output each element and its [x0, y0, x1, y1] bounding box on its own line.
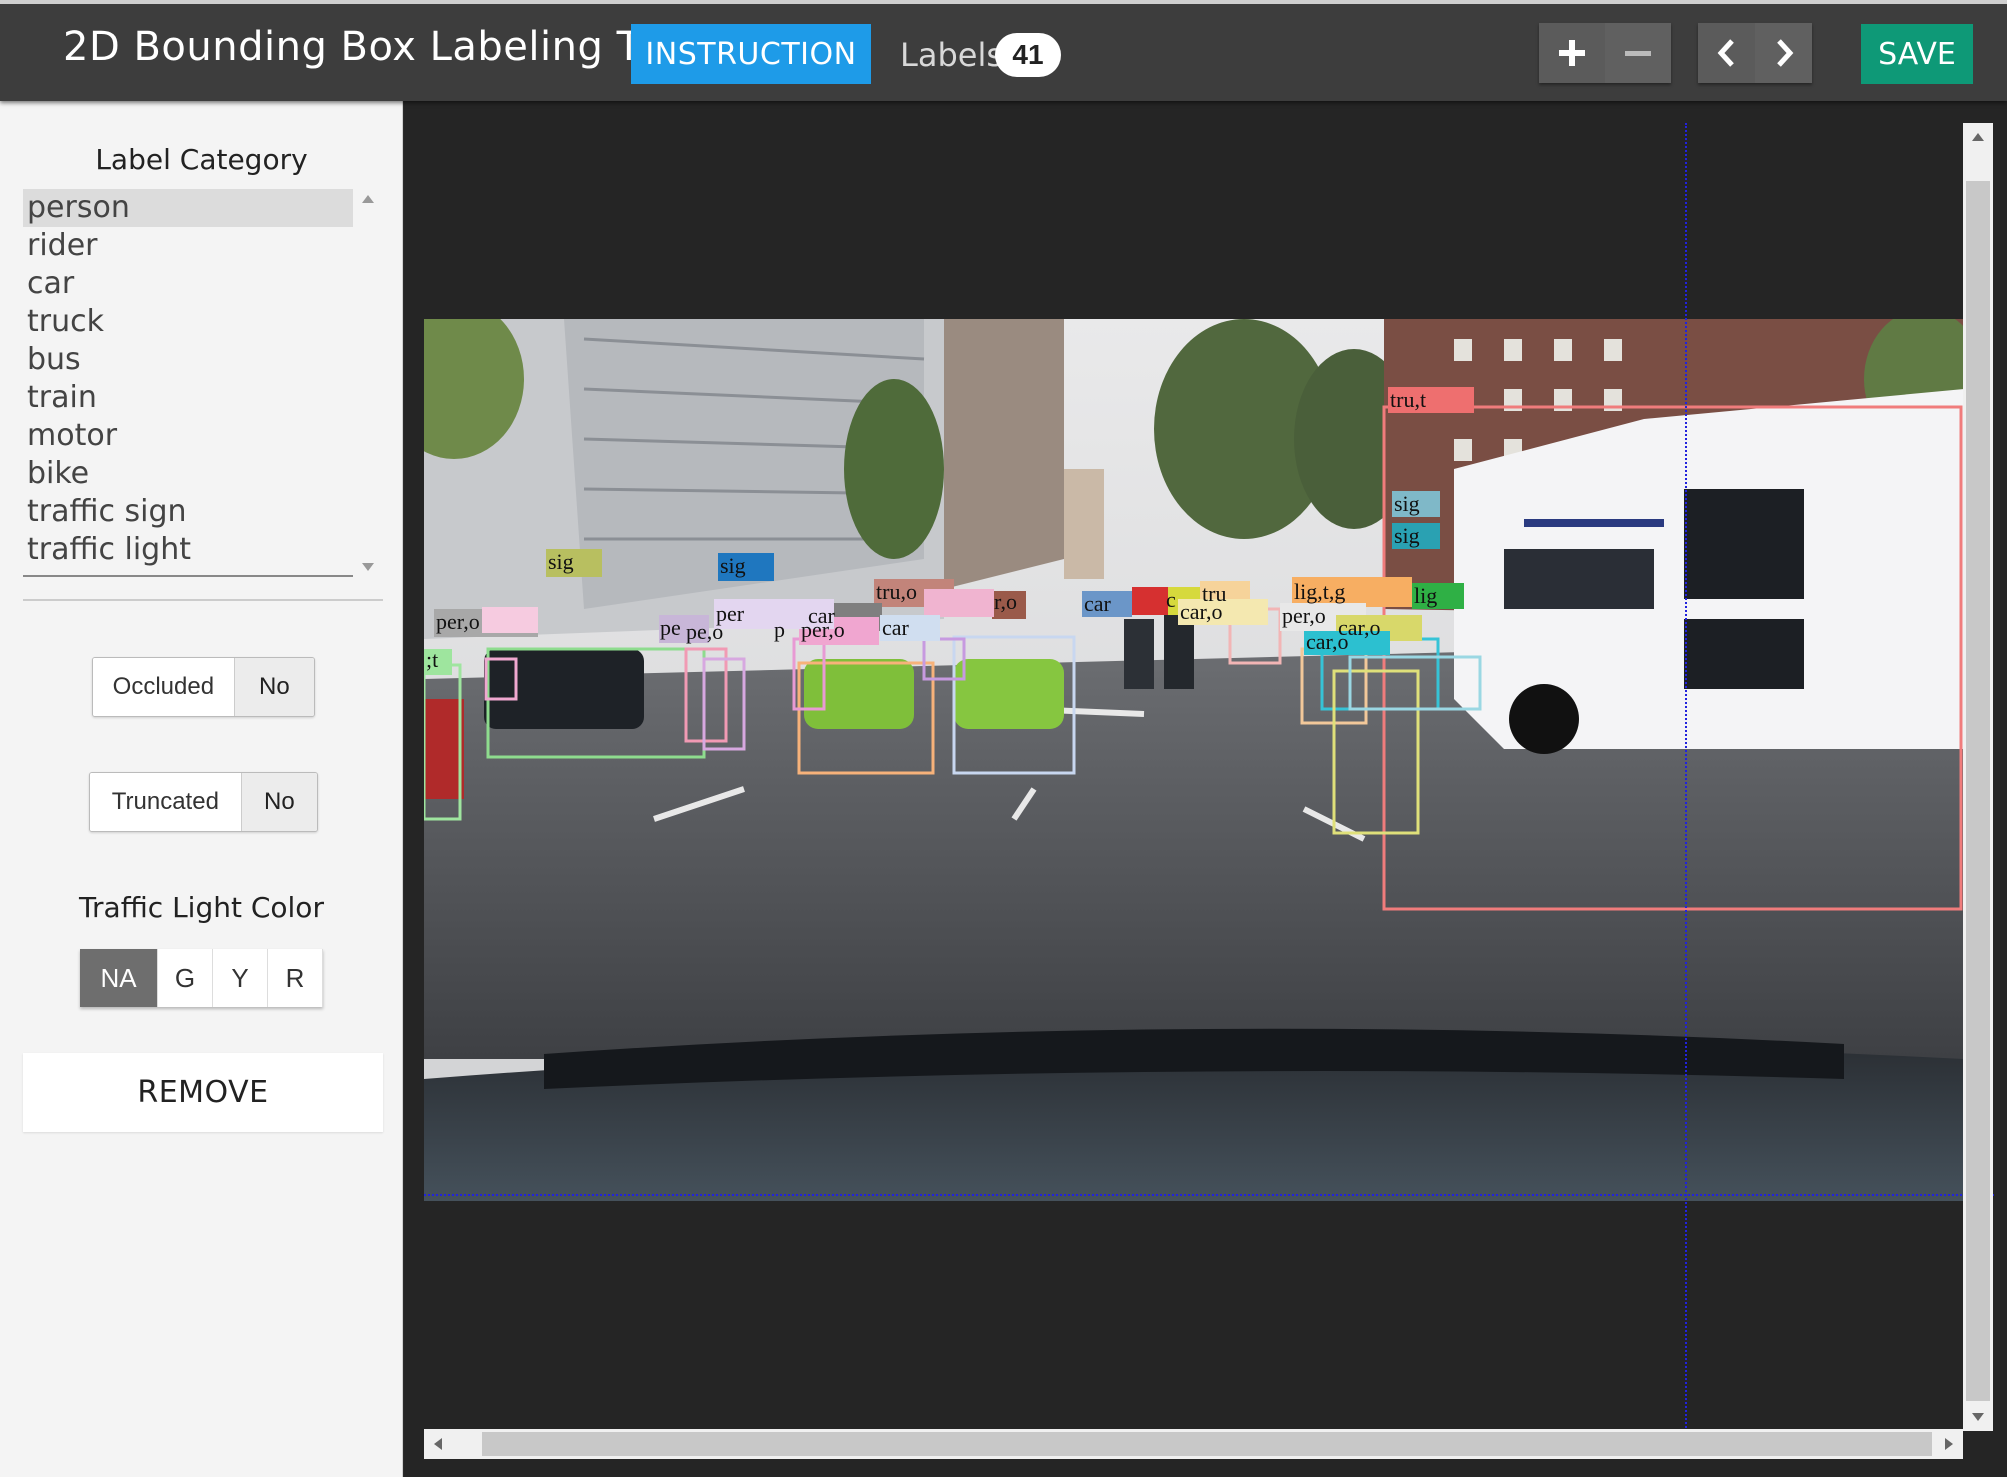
navigation-group [1698, 23, 1812, 83]
app-title: 2D Bounding Box Labeling Tool [63, 24, 697, 70]
scroll-up-icon[interactable] [362, 195, 374, 203]
label-car-o-3: car,o [1306, 629, 1348, 654]
label-sig-3: sig [720, 553, 746, 578]
truncated-value[interactable]: No [240, 773, 317, 831]
truncated-toggle[interactable]: Truncated No [89, 772, 318, 832]
occluded-label: Occluded [93, 658, 234, 716]
category-item-person[interactable]: person [23, 189, 353, 227]
label-t: ;t [426, 647, 438, 672]
top-bar: 2D Bounding Box Labeling Tool INSTRUCTIO… [0, 0, 2007, 101]
remove-button[interactable]: REMOVE [23, 1053, 383, 1132]
scroll-down-arrow-icon[interactable] [1972, 1413, 1984, 1421]
labels-label: Labels [900, 36, 1003, 74]
label-tru-o: tru,o [876, 579, 917, 604]
chevron-right-icon [1776, 39, 1793, 67]
color-option-g[interactable]: G [158, 949, 213, 1007]
label-sig-2: sig [1394, 523, 1420, 548]
label-car-3: car [808, 603, 836, 628]
zoom-in-button[interactable] [1539, 23, 1605, 83]
minus-icon [1625, 51, 1651, 56]
color-option-y[interactable]: Y [213, 949, 268, 1007]
color-option-na[interactable]: NA [80, 949, 158, 1007]
save-button[interactable]: SAVE [1861, 24, 1973, 84]
category-item-motor[interactable]: motor [23, 417, 353, 455]
previous-image-button[interactable] [1698, 23, 1755, 83]
category-item-traffic-light[interactable]: traffic light [23, 531, 353, 569]
label-car-o-1: car,o [1180, 599, 1222, 624]
label-r-o: r,o [994, 589, 1017, 614]
label-tru-t: tru,t [1390, 387, 1426, 412]
category-list-scrollbar[interactable] [358, 189, 378, 577]
vertical-scrollbar[interactable] [1963, 123, 1993, 1431]
label-pe-o: pe,o [686, 619, 723, 644]
traffic-light-color-selector: NA G Y R [80, 949, 323, 1007]
chevron-left-icon [1717, 39, 1734, 67]
color-option-r[interactable]: R [268, 949, 323, 1007]
sidebar: Label Category person rider car truck bu… [0, 101, 403, 1477]
label-car-2: car [882, 615, 910, 640]
category-item-rider[interactable]: rider [23, 227, 353, 265]
horizontal-scroll-thumb[interactable] [482, 1432, 1932, 1456]
instruction-button[interactable]: INSTRUCTION [631, 24, 871, 84]
plus-icon [1559, 40, 1585, 66]
category-item-car[interactable]: car [23, 265, 353, 303]
vertical-scroll-thumb[interactable] [1966, 181, 1990, 1401]
crosshair-horizontal-guide [424, 1194, 1994, 1196]
occluded-value[interactable]: No [233, 658, 314, 716]
category-item-train[interactable]: train [23, 379, 353, 417]
truncated-label: Truncated [90, 773, 241, 831]
category-item-bus[interactable]: bus [23, 341, 353, 379]
category-item-traffic-sign[interactable]: traffic sign [23, 493, 353, 531]
scroll-right-arrow-icon[interactable] [1945, 1438, 1953, 1450]
label-car-1: car [1084, 591, 1112, 616]
traffic-light-color-title: Traffic Light Color [79, 891, 324, 924]
labels-count-badge: 41 [995, 33, 1061, 77]
label-per-o-3: per,o [436, 609, 480, 634]
label-per-o-1: per,o [1282, 603, 1326, 628]
zoom-out-button[interactable] [1605, 23, 1671, 83]
label-p: p [774, 617, 785, 642]
category-item-truck[interactable]: truck [23, 303, 353, 341]
next-image-button[interactable] [1755, 23, 1812, 83]
label-lig-t-g: lig,t,g [1294, 579, 1345, 604]
label-lig: lig [1414, 583, 1437, 608]
scroll-down-icon[interactable] [362, 563, 374, 571]
street-scene-image[interactable]: tru,t sig sig lig lig,t,g tru c car,o pe… [424, 319, 1964, 1201]
category-item-bike[interactable]: bike [23, 455, 353, 493]
label-sig-1: sig [1394, 491, 1420, 516]
scroll-left-arrow-icon[interactable] [434, 1438, 442, 1450]
label-c: c [1166, 587, 1176, 612]
category-list[interactable]: person rider car truck bus train motor b… [23, 189, 353, 577]
label-pe: pe [660, 615, 681, 640]
crosshair-vertical-guide [1685, 123, 1687, 1459]
zoom-group [1539, 23, 1671, 83]
divider [23, 599, 383, 601]
occluded-toggle[interactable]: Occluded No [92, 657, 315, 717]
label-category-title: Label Category [95, 143, 308, 176]
horizontal-scrollbar[interactable] [424, 1429, 1963, 1459]
label-sig-4: sig [548, 549, 574, 574]
scroll-up-arrow-icon[interactable] [1972, 133, 1984, 141]
